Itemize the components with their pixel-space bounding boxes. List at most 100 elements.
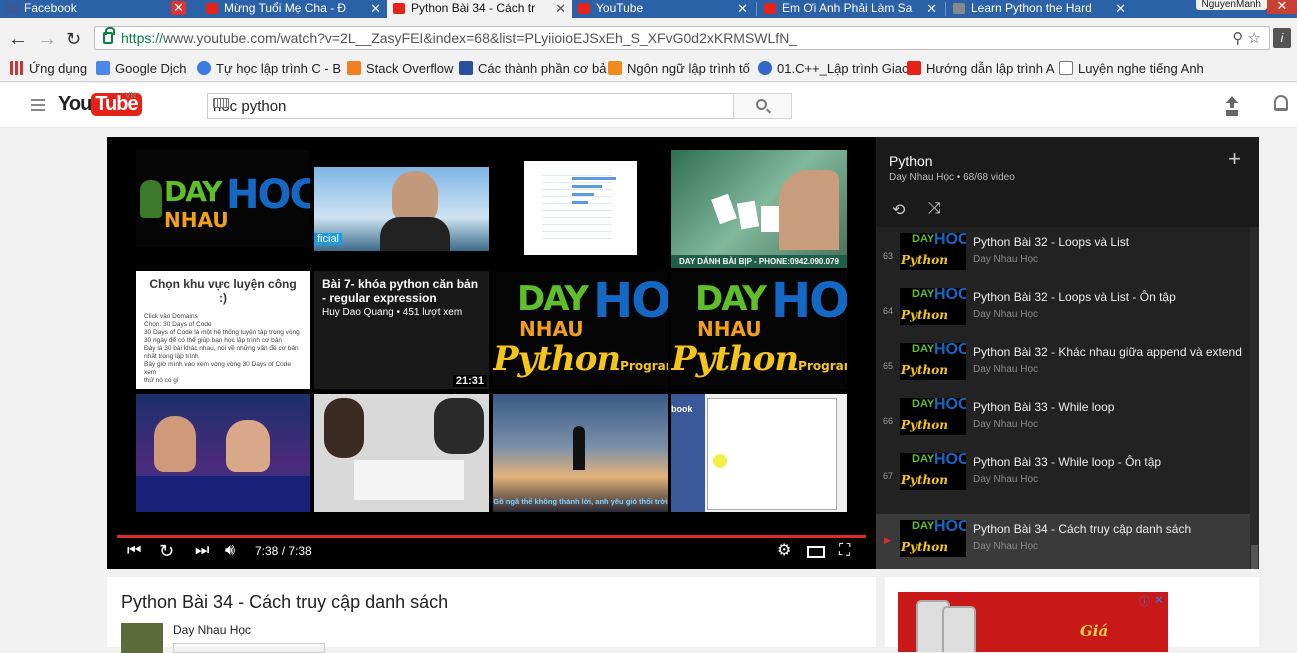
endscreen-video-11[interactable]: Gõ ngã thể không thành lời, anh yêu gió … [493, 394, 668, 512]
tab-title: Learn Python the Hard [971, 1, 1092, 15]
thumbnail: DAY HOC Python [900, 453, 966, 490]
back-arrow-icon[interactable]: ← [8, 29, 28, 49]
time-display: 7:38 / 7:38 [255, 544, 312, 558]
shuffle-icon[interactable]: ⤨ [928, 200, 941, 218]
stackoverflow-icon [347, 61, 361, 75]
playlist-items: 63 DAY HOC Python Python Bài 32 - Loops … [876, 227, 1250, 569]
settings-hd-icon[interactable]: ⚙ [777, 541, 791, 561]
zoom-icon[interactable]: ⚲ [1232, 30, 1243, 47]
bookmark-apps[interactable]: Ứng dụng [10, 61, 87, 77]
endscreen-video-3[interactable] [524, 161, 637, 255]
bookmark-ngon-ngu[interactable]: Ngôn ngữ lập trình tố [608, 61, 750, 77]
globe-icon [197, 61, 211, 75]
theater-mode-icon[interactable] [807, 546, 825, 558]
playlist-header: Python Day Nhau Học • 68/68 video + ⟲ ⤨ [876, 137, 1259, 227]
tab-python-bai-34[interactable]: Python Bài 34 - Cách tr ✕ [387, 0, 572, 18]
notifications-bell-icon[interactable] [1274, 95, 1288, 111]
playlist-scrollbar[interactable] [1250, 227, 1259, 569]
address-bar[interactable]: https://www.youtube.com/watch?v=2L__Zasy… [94, 26, 1270, 50]
tab-learn-python[interactable]: Learn Python the Hard ✕ [947, 0, 1132, 18]
youtube-icon [578, 3, 590, 14]
playlist-item-current[interactable]: ▶ DAY HOC Python Python Bài 34 - Cách tr… [876, 514, 1250, 569]
add-playlist-icon[interactable]: + [1228, 147, 1241, 171]
translate-icon [96, 61, 110, 75]
ad-close-icon[interactable]: ✕ [1154, 593, 1164, 607]
next-icon[interactable]: ⏭ [195, 541, 209, 561]
tab-title: Mừng Tuổi Mẹ Cha - Đ [224, 1, 347, 15]
close-tab-icon[interactable]: ✕ [926, 0, 937, 17]
menu-icon[interactable] [31, 99, 45, 111]
tab-title: YouTube [596, 1, 644, 15]
bookmark-cac-thanh-phan[interactable]: Các thành phần cơ bả [459, 61, 607, 77]
extension-info-icon[interactable]: i [1273, 28, 1291, 48]
endscreen-video-4[interactable]: DAY DÁNH BÀI BỊP - PHONE:0942.090.079 [671, 150, 847, 268]
channel-avatar[interactable] [121, 623, 163, 653]
toolbar: ← → ↻ https://www.youtube.com/watch?v=2L… [0, 18, 1297, 60]
thumbnail: DAY HOC Python [900, 233, 966, 270]
playlist-title[interactable]: Python [889, 153, 933, 169]
apps-grid-icon [10, 61, 24, 75]
profile-chip[interactable]: NguyenManh [1195, 0, 1267, 10]
upload-icon[interactable] [1225, 96, 1239, 112]
endscreen-video-7[interactable]: DAY HOC NHAU PythonProgrammi [493, 271, 668, 389]
reload-icon[interactable]: ↻ [66, 29, 81, 49]
playlist-item[interactable]: 65 DAY HOC Python Python Bài 32 - Khác n… [876, 337, 1250, 392]
playlist-item[interactable]: 67 DAY HOC Python Python Bài 33 - While … [876, 447, 1250, 502]
site-icon [758, 61, 772, 75]
search-icon [756, 99, 767, 110]
tab-title: Em Ơi Anh Phải Làm Sa [782, 1, 913, 15]
fullscreen-icon[interactable]: ⛶ [839, 541, 850, 561]
browser-tab-strip: Facebook ✕ Mừng Tuổi Mẹ Cha - Đ ✕ Python… [0, 0, 1297, 18]
close-tab-icon[interactable]: ✕ [1115, 0, 1126, 17]
ad-info-icon[interactable]: ⓘ [1139, 593, 1150, 609]
bookmark-stack-overflow[interactable]: Stack Overflow [347, 61, 453, 77]
replay-icon[interactable]: ↻ [159, 541, 174, 561]
close-tab-icon[interactable]: ✕ [555, 0, 566, 17]
bookmarks-bar: Ứng dụng Google Dịch Tự học lập trình C … [0, 60, 1297, 82]
keyboard-icon[interactable] [213, 98, 229, 108]
endscreen-video-9[interactable] [136, 394, 310, 512]
search-button[interactable] [733, 93, 792, 119]
bookmark-google-dich[interactable]: Google Dịch [96, 61, 187, 77]
endscreen-video-2[interactable]: ficial [314, 167, 489, 251]
close-tab-icon[interactable]: ✕ [737, 0, 748, 17]
endscreen-video-10[interactable] [314, 394, 489, 512]
lock-icon [103, 27, 115, 44]
playlist-item[interactable]: 63 DAY HOC Python Python Bài 32 - Loops … [876, 227, 1250, 282]
progress-bar[interactable] [117, 535, 866, 538]
volume-icon[interactable]: 🔊︎ [225, 541, 235, 561]
youtube-logo[interactable]: You Tube VN [58, 91, 142, 116]
bookmark-tu-hoc-c[interactable]: Tự học lập trình C - B [197, 61, 341, 77]
endscreen-video-12[interactable]: book [671, 394, 847, 512]
endscreen-video-1[interactable]: DAY HOC NHAU [136, 150, 310, 247]
tab-mung-tuoi[interactable]: Mừng Tuổi Mẹ Cha - Đ ✕ [200, 0, 387, 18]
duration-badge: 21:31 [452, 375, 487, 387]
close-tab-icon[interactable]: ✕ [370, 0, 381, 17]
playlist-item[interactable]: 64 DAY HOC Python Python Bài 32 - Loops … [876, 282, 1250, 337]
youtube-icon [393, 3, 405, 14]
tab-facebook[interactable]: Facebook ✕ [0, 0, 192, 18]
endscreen-video-5[interactable]: Chọn khu vực luyện công :) Click vào Dom… [136, 271, 310, 389]
forward-arrow-icon[interactable]: → [37, 29, 57, 49]
search-input[interactable]: hoc python [207, 93, 734, 119]
video-player[interactable]: DAY HOC NHAU ficial DAY DÁNH BÀI BỊP - P… [107, 137, 876, 569]
tab-youtube[interactable]: YouTube ✕ [572, 0, 754, 18]
star-icon[interactable]: ☆ [1248, 30, 1261, 47]
site-icon [459, 61, 473, 75]
previous-icon[interactable]: ⏮ [127, 541, 141, 561]
thumbnail: DAY HOC Python [900, 343, 966, 380]
bookmark-huong-dan[interactable]: Hướng dẫn lập trình A [907, 61, 1055, 77]
endscreen-video-8[interactable]: DAY HOC NHAU PythonProgrammi [671, 271, 847, 389]
bookmark-cpp[interactable]: 01.C++_Lập trình Giac [758, 61, 909, 77]
bookmark-luyen-nghe[interactable]: Luyện nghe tiếng Anh [1059, 61, 1204, 77]
tab-em-oi[interactable]: Em Ơi Anh Phải Làm Sa ✕ [758, 0, 943, 18]
endscreen-video-hovered[interactable]: Bài 7- khóa python căn bản - regular exp… [314, 271, 489, 389]
video-info: Python Bài 34 - Cách truy cập danh sách … [107, 577, 876, 653]
video-title: Python Bài 34 - Cách truy cập danh sách [121, 592, 449, 612]
channel-name[interactable]: Day Nhau Học [173, 623, 251, 637]
loop-icon[interactable]: ⟲ [892, 200, 905, 220]
close-tab-icon[interactable]: ✕ [171, 1, 186, 15]
ad-banner[interactable]: Giá ⓘ ✕ [898, 592, 1168, 652]
window-close-button[interactable]: ✕ [1267, 0, 1297, 14]
playlist-item[interactable]: 66 DAY HOC Python Python Bài 33 - While … [876, 392, 1250, 447]
